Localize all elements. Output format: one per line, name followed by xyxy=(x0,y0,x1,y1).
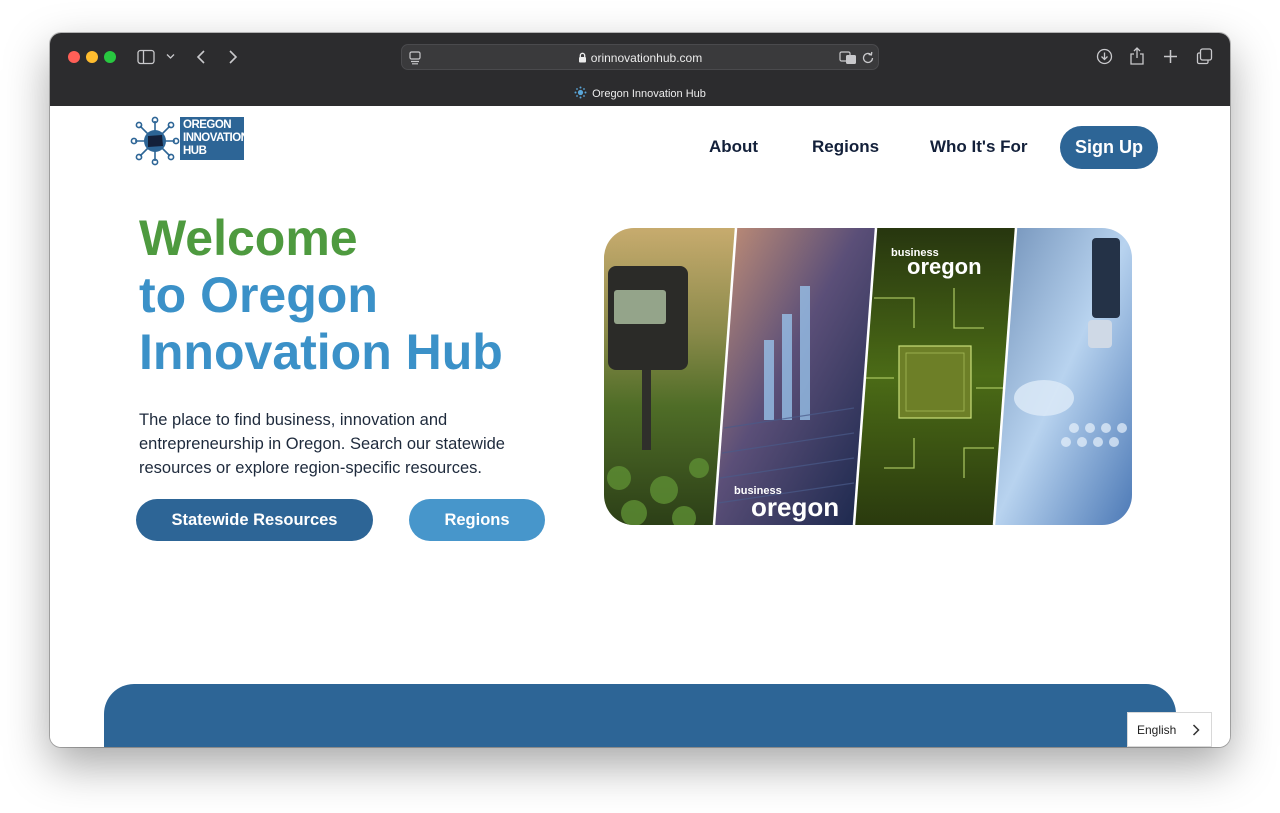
address-bar[interactable]: orinnovationhub.com xyxy=(401,44,879,70)
blue-section-band xyxy=(104,684,1176,747)
address-text: orinnovationhub.com xyxy=(402,51,878,65)
sidebar-icon[interactable] xyxy=(137,49,155,65)
language-selector[interactable]: English xyxy=(1127,712,1212,747)
hero-title-line3: Innovation Hub xyxy=(139,324,503,380)
new-tab-icon[interactable] xyxy=(1163,49,1178,64)
hero-description: The place to find business, innovation a… xyxy=(139,411,505,477)
tab-title[interactable]: Oregon Innovation Hub xyxy=(50,86,1230,100)
download-icon[interactable] xyxy=(1096,48,1113,65)
nav-regions[interactable]: Regions xyxy=(812,137,879,157)
language-label: English xyxy=(1137,723,1177,737)
regions-button[interactable]: Regions xyxy=(409,499,545,541)
brand-large: oregon xyxy=(907,254,982,279)
share-icon[interactable] xyxy=(1129,46,1145,66)
panel-laptop-analytics xyxy=(714,228,876,525)
nav-about[interactable]: About xyxy=(709,137,758,157)
favicon-icon xyxy=(574,86,587,99)
nav-who-its-for[interactable]: Who It's For xyxy=(930,137,1028,157)
business-oregon-logo-top: business oregon xyxy=(891,248,982,278)
hero-collage-image: business oregon business oregon xyxy=(604,228,1132,525)
forward-icon[interactable] xyxy=(227,49,239,65)
logo-line: OREGON xyxy=(183,119,232,131)
reload-icon[interactable] xyxy=(861,51,875,65)
logo-line: HUB xyxy=(183,145,207,157)
hero-title-line2: to Oregon xyxy=(139,267,378,323)
hero-title-welcome: Welcome xyxy=(139,210,358,266)
url-text: orinnovationhub.com xyxy=(590,51,703,65)
browser-window: orinnovationhub.com Oregon Innovation Hu… xyxy=(50,33,1230,747)
brand-large: oregon xyxy=(751,492,840,522)
logo-wordmark: OREGON INNOVATION HUB xyxy=(180,117,249,160)
business-oregon-logo-bottom: business oregon xyxy=(734,486,840,522)
back-icon[interactable] xyxy=(195,49,207,65)
collage-graphic xyxy=(604,228,1132,525)
site-logo[interactable]: OREGON INNOVATION HUB xyxy=(130,114,249,166)
logo-line: INNOVATION xyxy=(183,132,249,144)
chevron-right-icon xyxy=(1192,724,1200,736)
tab-title-text: Oregon Innovation Hub xyxy=(592,88,706,100)
translate-icon[interactable] xyxy=(839,51,857,65)
lock-icon xyxy=(578,52,586,63)
browser-titlebar: orinnovationhub.com Oregon Innovation Hu… xyxy=(50,33,1230,106)
tab-overview-icon[interactable] xyxy=(1196,48,1213,65)
page-content: OREGON INNOVATION HUB About Regions Who … xyxy=(50,106,1230,747)
sign-up-button[interactable]: Sign Up xyxy=(1060,126,1158,169)
close-window-button[interactable] xyxy=(68,51,80,63)
zoom-window-button[interactable] xyxy=(104,51,116,63)
minimize-window-button[interactable] xyxy=(86,51,98,63)
chevron-down-icon[interactable] xyxy=(166,53,175,60)
network-logo-icon xyxy=(130,116,180,166)
statewide-resources-button[interactable]: Statewide Resources xyxy=(136,499,373,541)
